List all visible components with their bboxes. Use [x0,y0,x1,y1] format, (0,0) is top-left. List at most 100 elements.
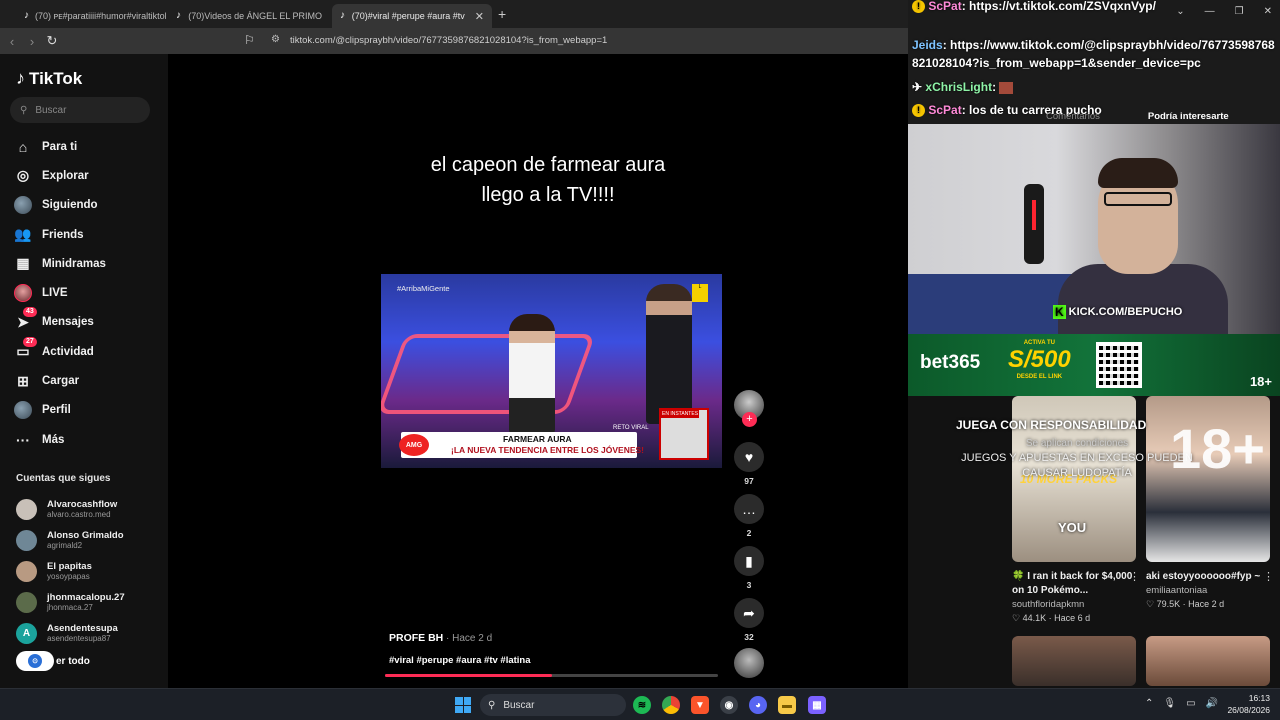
following-user: yosoypapas [47,572,90,581]
following-name: jhonmacalopu.27 [47,592,125,603]
restore-icon[interactable]: ❐ [1235,6,1244,17]
rec-card[interactable] [1012,636,1136,686]
minimize-icon[interactable]: — [1205,6,1215,17]
volume-icon[interactable]: 🔊 [1206,698,1218,709]
comment-button[interactable]: … 2 [732,494,766,538]
sidebar-item-friends[interactable]: 👥 Friends [14,220,106,249]
sidebar-item-cargar[interactable]: ⊞ Cargar [14,366,106,395]
rec-user: emiliaantoniaa [1146,585,1208,596]
following-header: Cuentas que sigues [16,473,111,484]
tab-comments[interactable]: Comentarios [1046,111,1100,122]
big-age-label: 18+ [1170,417,1265,480]
rec-card[interactable] [1146,636,1270,686]
sidebar-item-label: Minidramas [42,257,106,270]
brave-icon[interactable]: ▼ [691,696,709,714]
following-user: jhonmaca.27 [47,603,93,612]
tiktok-logo[interactable]: ♪ TikTok [16,68,82,89]
bookmark-icon: ▮ [734,546,764,576]
chat-user: ScPat [928,0,962,13]
following-item[interactable]: jhonmacalopu.27 jhonmaca.27 [16,587,125,618]
video-tags[interactable]: #viral #perupe #aura #tv #latina [389,655,531,666]
heart-icon: ♥ [734,442,764,472]
clock-date: 26/08/2026 [1227,705,1270,715]
gambling-warning: Se aplican condiciones JUEGOS Y APUESTAS… [952,436,1202,481]
sidebar-item-para-ti[interactable]: ⌂ Para ti [14,132,106,161]
clock[interactable]: 16:13 26/08/2026 [1227,692,1270,716]
taskbar-search[interactable]: ⚲ Buscar [480,694,626,716]
close-icon[interactable]: ✕ [475,10,484,23]
tab-2[interactable]: ♪ (70)Videos de ÁNGEL EL PRIMO [168,4,330,28]
conditions-text: Se aplican condiciones [1025,438,1129,449]
follow-plus-icon[interactable]: + [742,412,757,427]
badge-icon: ! [912,104,925,118]
host-figure [646,284,692,424]
upload-icon: ⊞ [17,372,29,389]
chevron-up-icon[interactable]: ⌃ [1145,698,1153,709]
chrome-icon[interactable] [662,696,680,714]
microphone-icon[interactable]: 🎙 [1163,698,1176,709]
sidebar-item-explorar[interactable]: ◎ Explorar [14,161,106,190]
windows-start-icon[interactable] [455,697,471,713]
sidebar-item-minidramas[interactable]: ▦ Minidramas [14,249,106,278]
streamer-hair [1098,158,1178,188]
more-icon: ··· [16,431,30,448]
avatar-icon [14,196,32,215]
chat-text: https://www.tiktok.com/@clipspraybh/vide… [950,38,1275,52]
sidebar-item-perfil[interactable]: Perfil [14,396,106,425]
kick-url: KICK.COM/BEPUCHO [1068,306,1183,318]
chat-message: ✈ xChrisLight: [912,80,1014,94]
tab-1[interactable]: ♪ (70) ᴘᴇ#paratiiii#humor#viraltiktok [16,4,166,28]
avatar: + [734,390,764,427]
webcam-feed: K KICK.COM/BEPUCHO [908,124,1280,334]
profile-icon [14,401,32,420]
see-all-button[interactable]: ⊙ er todo [16,651,90,671]
promo-bottom: DESDE EL LINK [1016,374,1063,380]
next-video-avatar[interactable] [734,648,764,678]
network-icon[interactable]: ▭ [1186,698,1195,709]
tiktok-icon: ♪ [24,10,29,21]
back-icon[interactable]: ‹ [2,34,22,49]
forward-icon[interactable]: › [22,34,42,49]
following-item[interactable]: Alonso Grimaldo agrimald2 [16,525,125,556]
reload-icon[interactable]: ↻ [42,33,62,49]
following-user: asendentesupa87 [47,634,111,643]
author-avatar-button[interactable]: + [732,390,766,427]
tab-3[interactable]: ♪ (70)#viral #perupe #aura #tv ✕ [332,4,492,28]
sidebar-item-mensajes[interactable]: ➤ 43 Mensajes [14,307,106,337]
following-item[interactable]: Alvarocashflow alvaro.castro.med [16,494,125,525]
bookmark-icon[interactable]: ⚐ [244,33,255,47]
site-info-icon[interactable]: ⚙ [271,34,280,45]
video-progress[interactable] [385,674,718,677]
more-options-icon[interactable]: ⋮ [1129,570,1140,583]
folder-icon[interactable]: ▬ [778,696,796,714]
close-icon[interactable]: ✕ [1264,6,1272,17]
like-button[interactable]: ♥ 97 [732,442,766,486]
tab-interest[interactable]: Podría interesarte [1148,111,1229,122]
sidebar-item-actividad[interactable]: ▭ 27 Actividad [14,336,106,366]
more-options-icon[interactable]: ⋮ [1263,570,1274,583]
amg-badge: AMG [399,434,429,456]
inset-label: EN INSTANTES [661,410,700,418]
caption-line: el capeon de farmear aura [430,154,666,176]
spotify-icon[interactable]: ≋ [633,696,651,714]
url-field[interactable]: tiktok.com/@clipspraybh/video/7677359876… [290,35,607,46]
system-tray: ⌃ 🎙 ▭ 🔊 [1145,698,1218,709]
sidebar-item-live[interactable]: LIVE [14,278,106,307]
obs-icon[interactable]: ◉ [720,696,738,714]
sidebar-item-mas[interactable]: ··· Más [14,425,106,454]
video-author[interactable]: PROFE BH · Hace 2 d [389,632,492,644]
video-player[interactable]: #ArribaMiGente L AMG FARMEAR AURA ¡LA NU… [381,274,722,468]
chevron-down-icon[interactable]: ⌄ [1176,6,1184,17]
following-item[interactable]: A Asendentesupa asendentesupa87 [16,618,125,649]
sidebar-item-label: Siguiendo [42,199,98,212]
discord-icon[interactable]: ◕ [749,696,767,714]
search-input[interactable]: ⚲ Buscar [10,97,150,123]
app-grid-icon[interactable]: ▦ [808,696,826,714]
new-tab-button[interactable]: + [498,6,506,22]
following-item[interactable]: El papitas yosoypapas [16,556,125,587]
sidebar-item-siguiendo[interactable]: Siguiendo [14,191,106,220]
kick-watermark: K KICK.COM/BEPUCHO [1053,305,1182,319]
save-button[interactable]: ▮ 3 [732,546,766,590]
tab-label: (70) ᴘᴇ#paratiiii#humor#viraltiktok [35,11,166,21]
share-button[interactable]: ➦ 32 [732,598,766,642]
